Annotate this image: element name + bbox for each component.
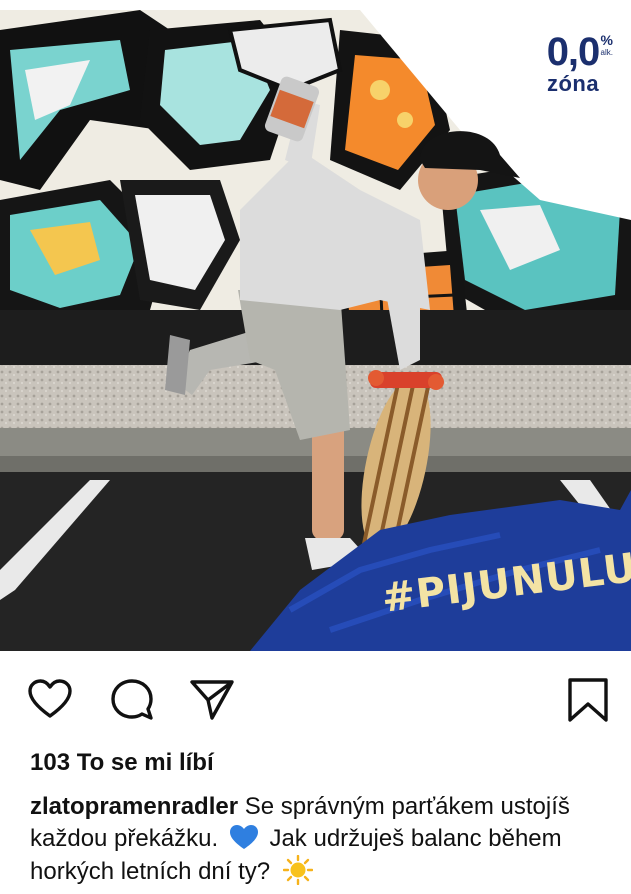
likes-count[interactable]: 103 To se mi líbí: [30, 749, 214, 777]
bookmark-icon[interactable]: [564, 676, 612, 724]
caption-username[interactable]: zlatopramenradler: [30, 793, 238, 820]
brand-logo: 0,0 % alk. zóna: [535, 30, 613, 96]
blue-heart-emoji-icon: [229, 824, 259, 850]
post-action-bar: [0, 660, 631, 736]
heart-icon[interactable]: [26, 676, 74, 724]
post-image[interactable]: 0,0 % alk. zóna #PIJUNULU: [0, 10, 631, 651]
sun-emoji-icon: [282, 854, 314, 886]
share-icon[interactable]: [188, 676, 236, 724]
post-caption: zlatopramenradler Se správným parťákem u…: [30, 791, 610, 888]
post-photo-illustration: [0, 10, 631, 651]
logo-percent: %: [600, 32, 613, 48]
logo-alk: alk.: [600, 48, 613, 57]
logo-word: zóna: [546, 71, 600, 96]
comment-icon[interactable]: [108, 676, 156, 724]
